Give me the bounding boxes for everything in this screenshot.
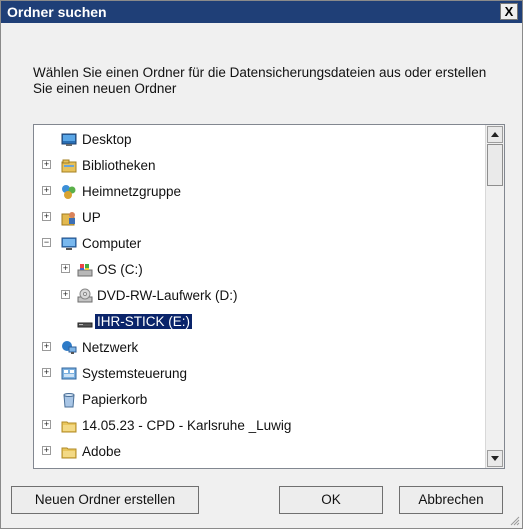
homegroup-icon: [61, 184, 77, 200]
expand-plus-icon[interactable]: +: [42, 186, 51, 195]
arrow-up-icon: [491, 132, 499, 137]
dialog-title: Ordner suchen: [7, 4, 107, 20]
usb-drive-icon: [77, 314, 93, 330]
collapse-minus-icon[interactable]: −: [42, 238, 51, 247]
tree-item-label: Heimnetzgruppe: [82, 184, 182, 199]
cancel-button[interactable]: Abbrechen: [399, 486, 503, 514]
tree-item-adobe[interactable]: + Adobe: [34, 441, 480, 463]
drive-c-icon: [77, 262, 93, 278]
network-icon: [61, 340, 77, 356]
expand-plus-icon[interactable]: +: [61, 290, 70, 299]
title-bar: Ordner suchen X: [1, 1, 522, 23]
tree-item-heimnetzgruppe[interactable]: + Heimnetzgruppe: [34, 181, 480, 203]
expand-plus-icon[interactable]: +: [61, 264, 70, 273]
tree-item-label: OS (C:): [97, 262, 143, 277]
tree-item-label: Netzwerk: [82, 340, 139, 355]
tree-item-label: Adobe: [82, 444, 122, 459]
expand-plus-icon[interactable]: +: [42, 160, 51, 169]
tree-item-netzwerk[interactable]: + Netzwerk: [34, 337, 480, 359]
tree-item-bibliotheken[interactable]: + Bibliotheken: [34, 155, 480, 177]
scroll-thumb[interactable]: [487, 144, 503, 186]
tree-item-papierkorb[interactable]: Papierkorb: [34, 389, 480, 411]
expand-plus-icon[interactable]: +: [42, 342, 51, 351]
tree-item-label: Desktop: [82, 132, 132, 147]
expand-plus-icon[interactable]: +: [42, 420, 51, 429]
tree-item-label: 14.05.23 - CPD - Karlsruhe _Luwig: [82, 418, 292, 433]
libraries-icon: [61, 158, 77, 174]
tree-item-desktop[interactable]: Desktop: [34, 129, 480, 151]
folder-icon: [61, 444, 77, 460]
expand-plus-icon[interactable]: +: [42, 212, 51, 221]
tree-item-up[interactable]: + UP: [34, 207, 480, 229]
expand-plus-icon[interactable]: +: [42, 368, 51, 377]
close-button[interactable]: X: [500, 3, 518, 20]
tree-scrollbar[interactable]: [485, 125, 504, 468]
dvd-drive-icon: [77, 288, 93, 304]
tree-item-label: Systemsteuerung: [82, 366, 188, 381]
tree-item-os-c[interactable]: + OS (C:): [34, 259, 480, 281]
browse-folder-dialog: Ordner suchen X Wählen Sie einen Ordner …: [0, 0, 523, 529]
scroll-down-button[interactable]: [487, 450, 503, 467]
tree-item-ihr-stick[interactable]: IHR-STICK (E:): [34, 311, 480, 333]
tree-item-label-selected: IHR-STICK (E:): [95, 314, 192, 329]
desktop-icon: [61, 132, 77, 148]
tree-item-label: UP: [82, 210, 101, 225]
tree-item-label: DVD-RW-Laufwerk (D:): [97, 288, 238, 303]
expand-plus-icon[interactable]: +: [42, 446, 51, 455]
user-folder-icon: [61, 210, 77, 226]
scroll-up-button[interactable]: [487, 126, 503, 143]
control-panel-icon: [61, 366, 77, 382]
tree-item-computer[interactable]: − Computer: [34, 233, 480, 255]
tree-item-label: Papierkorb: [82, 392, 148, 407]
tree-item-label: Bibliotheken: [82, 158, 156, 173]
dialog-description: Wählen Sie einen Ordner für die Datensic…: [33, 65, 487, 96]
tree-item-folder-14-05-23[interactable]: + 14.05.23 - CPD - Karlsruhe _Luwig: [34, 415, 480, 437]
new-folder-button[interactable]: Neuen Ordner erstellen: [11, 486, 199, 514]
resize-grip-icon[interactable]: [508, 514, 520, 526]
tree-item-systemsteuerung[interactable]: + Systemsteuerung: [34, 363, 480, 385]
recycle-bin-icon: [61, 392, 77, 408]
ok-button[interactable]: OK: [279, 486, 383, 514]
tree-item-dvd-rw[interactable]: + DVD-RW-Laufwerk (D:): [34, 285, 480, 307]
arrow-down-icon: [491, 456, 499, 461]
folder-tree[interactable]: Desktop + Bibliotheken + Heimnetzgruppe …: [33, 124, 505, 469]
folder-icon: [61, 418, 77, 434]
tree-item-label: Computer: [82, 236, 142, 251]
computer-icon: [61, 236, 77, 252]
